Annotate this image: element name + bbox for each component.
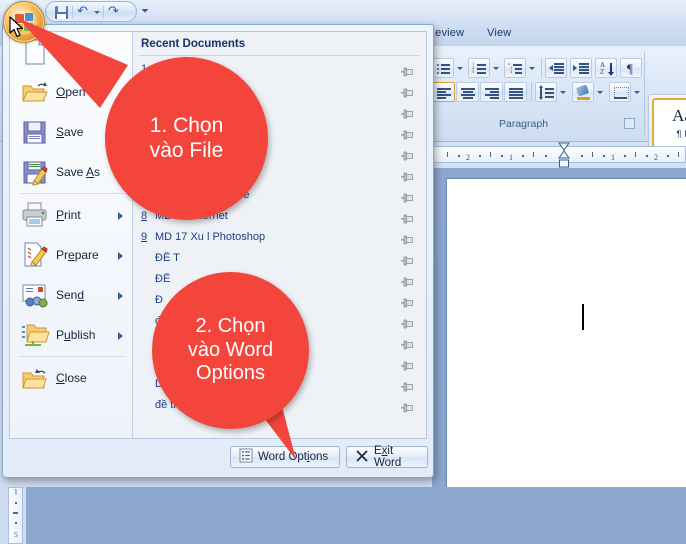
bullets-dropdown[interactable] [454, 58, 465, 78]
callout-1-line-1: 1. Chọn [149, 113, 224, 137]
pin-icon[interactable] [401, 316, 414, 329]
align-left-button[interactable] [432, 82, 455, 102]
pin-icon[interactable] [401, 295, 414, 308]
pin-icon[interactable] [401, 190, 414, 203]
recent-document-item[interactable]: 9 MD 17 Xu l Photoshop [133, 226, 426, 247]
paragraph-dialog-launcher-icon[interactable] [624, 118, 635, 129]
justify-button[interactable] [504, 82, 527, 102]
paragraph-group-label: Paragraph [499, 118, 549, 130]
recent-document-name: ĐỀ [155, 272, 171, 285]
ruler-tick-right-1: 1 [611, 153, 615, 162]
style-name-label: ¶ Norm [676, 129, 686, 140]
tab-view[interactable]: View [487, 27, 511, 39]
borders-dropdown[interactable] [631, 82, 642, 102]
menu-item-prepare[interactable]: Prepare [10, 235, 132, 275]
pin-icon[interactable] [401, 274, 414, 287]
increase-indent-button[interactable] [570, 58, 592, 78]
menu-item-send-label: Send [56, 288, 85, 302]
recent-document-name: ĐỀ T [155, 251, 180, 264]
publish-submenu-arrow-icon [118, 332, 123, 340]
pin-icon[interactable] [401, 127, 414, 140]
borders-button[interactable] [609, 82, 631, 102]
save-as-icon [18, 157, 50, 187]
numbering-button[interactable]: 1 2 3 [468, 58, 490, 78]
menu-item-close[interactable]: Close [10, 358, 132, 398]
pin-icon[interactable] [401, 169, 414, 182]
align-right-button[interactable] [480, 82, 503, 102]
menu-item-publish[interactable]: Publish [10, 315, 132, 355]
menu-item-print-label: Print [56, 208, 81, 222]
callout-1-line-2: vào File [149, 138, 224, 162]
ruler-tick-left-2: 2 [466, 153, 470, 162]
pin-icon[interactable] [401, 253, 414, 266]
vertical-ruler[interactable]: 1 5 [8, 487, 23, 544]
multilevel-list-dropdown[interactable] [526, 58, 537, 78]
pin-icon[interactable] [401, 337, 414, 350]
sort-button[interactable]: A Z [595, 58, 617, 78]
recent-document-item[interactable]: ĐỀ T [133, 247, 426, 268]
close-folder-icon [18, 363, 50, 393]
pin-icon[interactable] [401, 106, 414, 119]
callout-2-line-1: 2. Chọn [195, 315, 266, 338]
printer-icon [18, 200, 50, 230]
send-envelope-icon [18, 280, 50, 310]
line-spacing-dropdown[interactable] [557, 82, 568, 102]
pin-icon[interactable] [401, 379, 414, 392]
ruler-tick-right-2: 2 [654, 153, 658, 162]
align-center-button[interactable] [456, 82, 479, 102]
decrease-indent-button[interactable] [545, 58, 567, 78]
pin-icon[interactable] [401, 358, 414, 371]
recent-document-number: 9 [141, 230, 148, 243]
pin-icon[interactable] [401, 64, 414, 77]
shading-button[interactable] [572, 82, 594, 102]
pin-icon[interactable] [401, 400, 414, 413]
shading-dropdown[interactable] [594, 82, 605, 102]
menu-item-prepare-label: Prepare [56, 248, 99, 262]
print-submenu-arrow-icon [118, 212, 123, 220]
publish-folder-icon [18, 320, 50, 350]
callout-step-1: 1. Chọn vào File [105, 57, 268, 220]
menu-item-close-label: Close [56, 371, 87, 385]
vruler-tick-1: 1 [14, 487, 18, 496]
menu-item-publish-label: Publish [56, 328, 96, 342]
callout-2-line-2: vào Word [187, 338, 274, 361]
indent-marker[interactable] [558, 141, 570, 169]
menu-item-save-as-label: Save As [56, 165, 101, 179]
recent-document-item[interactable]: ĐỀ [133, 268, 426, 289]
pin-icon[interactable] [401, 211, 414, 224]
multilevel-list-button[interactable]: a 1 2 [504, 58, 526, 78]
send-submenu-arrow-icon [118, 292, 123, 300]
callout-2-line-3: Options [196, 362, 265, 385]
vruler-tick-5: 5 [14, 530, 18, 539]
line-spacing-button[interactable] [535, 82, 557, 102]
word-application-window: Review View 1 2 3 a 1 2 A Z ¶ Paragraph … [0, 0, 686, 544]
pin-icon[interactable] [401, 148, 414, 161]
prepare-document-icon [18, 240, 50, 270]
style-sample-text: AaBb [672, 106, 686, 125]
exit-word-label: Exit Word [374, 445, 402, 469]
menu-divider [20, 193, 124, 194]
numbering-dropdown[interactable] [490, 58, 501, 78]
bullets-button[interactable] [432, 58, 454, 78]
prepare-submenu-arrow-icon [118, 252, 123, 260]
menu-divider-2 [20, 356, 124, 357]
show-formatting-marks-button[interactable]: ¶ [620, 58, 642, 78]
document-left-margin-strip [26, 487, 686, 544]
recent-document-name: MD 17 Xu l Photoshop [155, 230, 266, 243]
pin-icon[interactable] [401, 232, 414, 245]
menu-item-send[interactable]: Send [10, 275, 132, 315]
menu-item-print[interactable]: Print [10, 195, 132, 235]
ruler-tick-left-1: 1 [509, 153, 513, 162]
text-cursor-icon [582, 304, 584, 330]
pin-icon[interactable] [401, 85, 414, 98]
callout-step-2: 2. Chọn vào Word Options [152, 272, 309, 429]
recent-document-name: Đ [155, 293, 163, 306]
